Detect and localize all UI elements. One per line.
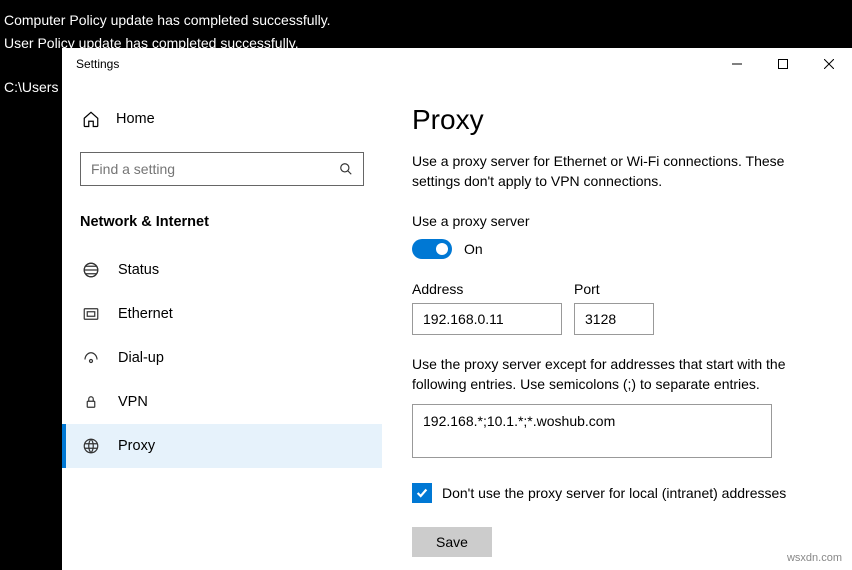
home-link[interactable]: Home: [62, 100, 382, 138]
sidebar-item-vpn[interactable]: VPN: [62, 380, 382, 424]
window-controls: [714, 48, 852, 80]
window-title: Settings: [76, 57, 119, 71]
address-input[interactable]: [412, 303, 562, 335]
vpn-icon: [82, 393, 100, 411]
proxy-icon: [82, 437, 100, 455]
home-label: Home: [116, 111, 155, 127]
titlebar: Settings: [62, 48, 852, 80]
category-header: Network & Internet: [62, 206, 382, 248]
search-icon: [339, 162, 353, 176]
sidebar-item-label: Dial-up: [118, 350, 164, 366]
watermark: wsxdn.com: [787, 552, 842, 564]
sidebar-item-status[interactable]: Status: [62, 248, 382, 292]
settings-window: Settings Home: [62, 48, 852, 570]
use-proxy-toggle[interactable]: [412, 239, 452, 259]
use-proxy-label: Use a proxy server: [412, 213, 822, 229]
page-title: Proxy: [412, 104, 822, 136]
port-label: Port: [574, 281, 654, 297]
content-area: Proxy Use a proxy server for Ethernet or…: [382, 80, 852, 570]
page-description: Use a proxy server for Ethernet or Wi-Fi…: [412, 152, 822, 191]
close-button[interactable]: [806, 48, 852, 80]
dialup-icon: [82, 349, 100, 367]
search-box[interactable]: [80, 152, 364, 186]
maximize-button[interactable]: [760, 48, 806, 80]
status-icon: [82, 261, 100, 279]
search-input[interactable]: [91, 161, 339, 177]
nav-list: Status Ethernet Dial-up: [62, 248, 382, 468]
exceptions-label: Use the proxy server except for addresse…: [412, 355, 822, 394]
local-bypass-checkbox[interactable]: [412, 483, 432, 503]
sidebar-item-label: Status: [118, 262, 159, 278]
ethernet-icon: [82, 305, 100, 323]
port-input[interactable]: [574, 303, 654, 335]
sidebar-item-proxy[interactable]: Proxy: [62, 424, 382, 468]
sidebar-item-label: Ethernet: [118, 306, 173, 322]
sidebar-item-label: VPN: [118, 394, 148, 410]
sidebar: Home Network & Internet Status: [62, 80, 382, 570]
minimize-button[interactable]: [714, 48, 760, 80]
home-icon: [82, 110, 100, 128]
toggle-state-label: On: [464, 241, 483, 257]
sidebar-item-label: Proxy: [118, 438, 155, 454]
sidebar-item-ethernet[interactable]: Ethernet: [62, 292, 382, 336]
sidebar-item-dialup[interactable]: Dial-up: [62, 336, 382, 380]
exceptions-input[interactable]: [412, 404, 772, 458]
save-button[interactable]: Save: [412, 527, 492, 557]
local-bypass-label: Don't use the proxy server for local (in…: [442, 485, 786, 501]
address-label: Address: [412, 281, 562, 297]
